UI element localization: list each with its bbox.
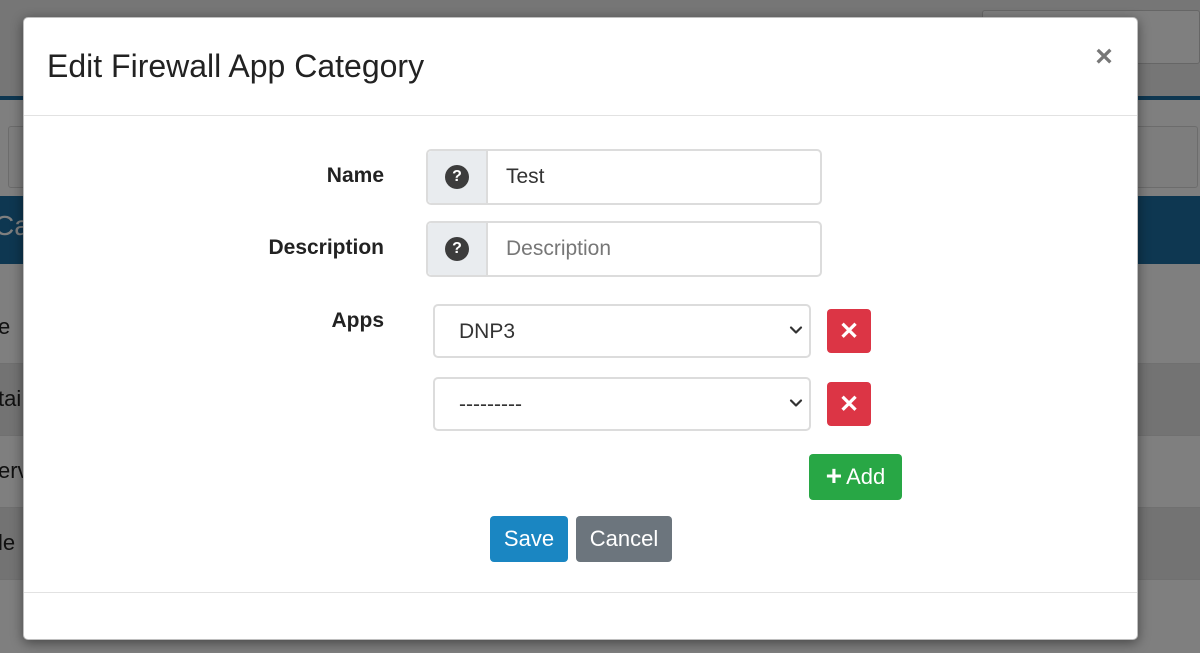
description-input[interactable] [488,223,820,275]
modal-title: Edit Firewall App Category [47,48,425,84]
chevron-down-icon [789,399,803,407]
close-icon: ✕ [838,317,860,345]
close-icon[interactable]: × [1091,42,1117,72]
app-select[interactable]: --------- [433,377,811,431]
add-button-label: Add [846,464,886,489]
plus-icon: + [825,459,843,491]
modal-footer-divider [24,592,1137,593]
apps-label: Apps [331,309,385,332]
save-button[interactable]: Save [490,516,568,562]
app-select-value: DNP3 [459,320,516,343]
question-circle-icon: ? [445,165,469,189]
close-icon: ✕ [838,390,860,418]
remove-app-button[interactable]: ✕ [827,382,871,426]
remove-app-button[interactable]: ✕ [827,309,871,353]
name-input[interactable] [488,151,820,203]
chevron-down-icon [789,326,803,334]
description-input-group: ? [426,221,822,277]
cancel-button[interactable]: Cancel [576,516,672,562]
name-help-addon: ? [428,151,488,203]
app-select[interactable]: DNP3 [433,304,811,358]
modal-header: Edit Firewall App Category × [24,18,1137,116]
app-select-value: --------- [459,393,522,416]
description-label: Description [268,236,384,259]
add-app-button[interactable]: + Add [809,454,902,500]
name-label: Name [326,164,384,187]
description-help-addon: ? [428,223,488,275]
question-circle-icon: ? [445,237,469,261]
edit-app-category-modal: Edit Firewall App Category × Name ? Desc… [23,17,1138,640]
name-input-group: ? [426,149,822,205]
